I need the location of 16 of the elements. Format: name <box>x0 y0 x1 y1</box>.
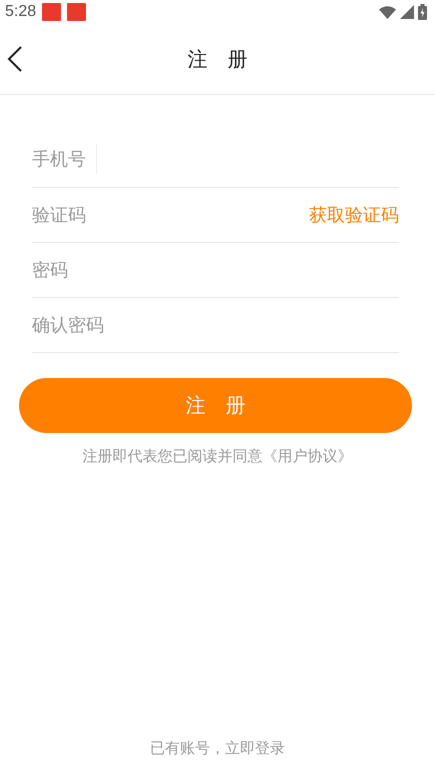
phone-field[interactable]: 手机号 <box>32 148 96 170</box>
register-button[interactable]: 注 册 <box>19 378 412 433</box>
agreement-text: 注册即代表您已阅读并同意《用户协议》 <box>82 447 354 466</box>
page-title: 注 册 <box>188 46 248 70</box>
login-link[interactable]: 已有账号，立即登录 <box>150 739 285 758</box>
back-icon[interactable] <box>7 46 23 72</box>
password-field[interactable]: 确认密码 <box>32 314 399 336</box>
battery-icon <box>418 4 427 20</box>
clock: 5:28 <box>5 3 36 21</box>
code-field[interactable]: 验证码 <box>32 204 309 226</box>
get-code-button[interactable]: 获取验证码 <box>309 203 399 227</box>
notification-icon <box>67 3 86 21</box>
password-field[interactable]: 密码 <box>32 260 399 280</box>
wifi-icon <box>379 6 396 18</box>
signal-icon <box>400 5 414 19</box>
notification-icon <box>42 3 62 21</box>
